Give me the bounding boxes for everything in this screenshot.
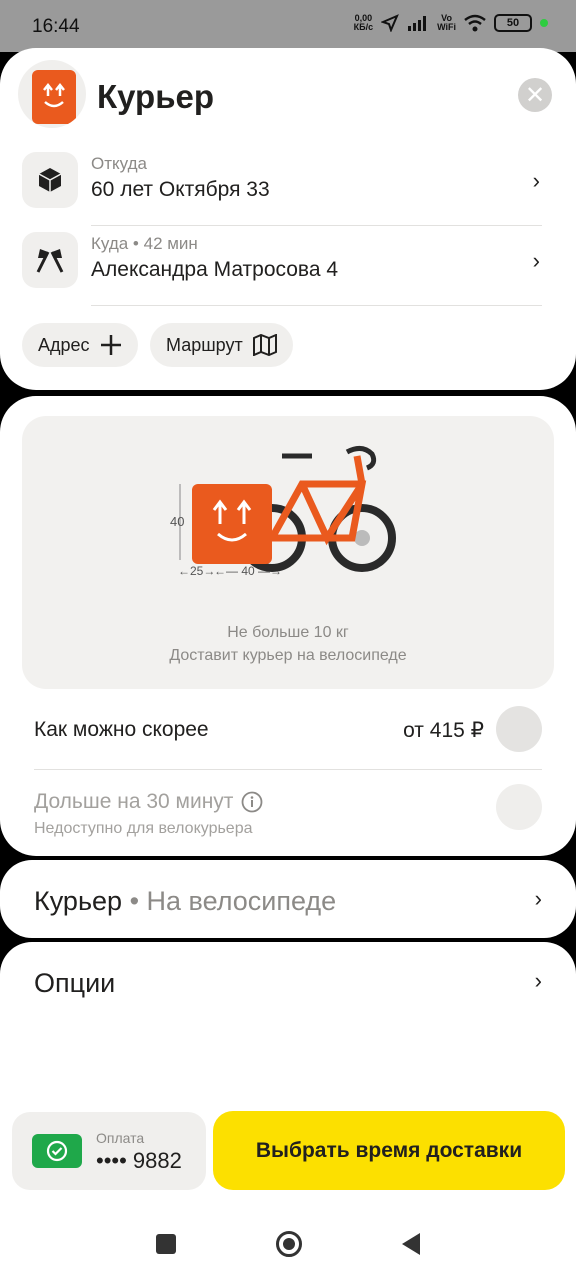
wifi-icon xyxy=(464,14,486,32)
from-address-row[interactable]: Откуда 60 лет Октября 33 › xyxy=(22,146,542,226)
tariff-later-subtitle: Недоступно для велокурьера xyxy=(34,820,253,837)
tariff-later-radio xyxy=(496,784,542,830)
courier-row-subtitle: • На велосипеде xyxy=(129,886,337,916)
info-icon[interactable] xyxy=(241,791,263,813)
address-card: Курьер ✕ Откуда 60 лет Октября 33 › Куда… xyxy=(0,48,576,390)
payment-card-number: •••• 9882 xyxy=(96,1148,182,1173)
size-illustration: 40 ←25→ ←— 40 —→ Не больше 10 кг Достави… xyxy=(22,416,554,689)
box-arrows-icon xyxy=(43,82,65,108)
status-bar: 16:44 0,00 КБ/с Vo WiFi 50 xyxy=(0,0,576,52)
payment-method-button[interactable]: Оплата •••• 9882 xyxy=(12,1112,206,1190)
tariff-later: Дольше на 30 минут Недоступно для велоку… xyxy=(34,784,542,838)
divider xyxy=(91,305,542,306)
courier-row-title: Курьер xyxy=(34,886,123,916)
tariff-asap[interactable]: Как можно скорее от 415 ₽ xyxy=(34,706,542,752)
tariff-later-title: Дольше на 30 минут xyxy=(34,790,234,813)
plus-icon xyxy=(100,335,121,355)
choose-delivery-time-button[interactable]: Выбрать время доставки xyxy=(213,1111,565,1190)
home-icon[interactable] xyxy=(276,1231,302,1257)
close-button[interactable]: ✕ xyxy=(518,78,552,112)
tariff-asap-radio[interactable] xyxy=(496,706,542,752)
flags-icon xyxy=(22,232,78,288)
options-row-title[interactable]: Опции xyxy=(34,968,115,999)
width-label: ←— 40 —→ xyxy=(214,564,283,578)
card-icon xyxy=(32,1134,82,1168)
close-icon: ✕ xyxy=(524,81,546,109)
route-button[interactable]: Маршрут xyxy=(150,323,293,367)
to-value: Александра Матросова 4 xyxy=(91,258,339,281)
recents-icon[interactable] xyxy=(156,1234,176,1254)
bike-box-illustration xyxy=(179,446,396,572)
add-address-button[interactable]: Адрес xyxy=(22,323,138,367)
status-time: 16:44 xyxy=(32,16,80,37)
system-nav-bar xyxy=(0,1208,576,1280)
from-value: 60 лет Октября 33 xyxy=(91,178,270,201)
weight-limit-text: Не больше 10 кг xyxy=(227,624,349,641)
tariff-card: 40 ←25→ ←— 40 —→ Не больше 10 кг Достави… xyxy=(0,396,576,856)
vowifi-icon: Vo WiFi xyxy=(437,13,456,32)
courier-logo xyxy=(18,60,86,128)
location-icon xyxy=(381,14,399,32)
delivery-method-text: Доставит курьер на велосипеде xyxy=(169,647,407,664)
map-icon xyxy=(252,334,277,356)
status-icons: 0,00 КБ/с Vo WiFi 50 xyxy=(354,14,548,32)
route-label: Маршрут xyxy=(166,334,243,355)
page-title: Курьер xyxy=(97,78,215,115)
chevron-right-icon: › xyxy=(532,248,540,273)
network-speed: 0,00 КБ/с xyxy=(353,13,374,32)
back-icon[interactable] xyxy=(402,1233,420,1255)
depth-label: ←25→ xyxy=(178,564,216,578)
chevron-right-icon: › xyxy=(534,886,542,911)
payment-label: Оплата xyxy=(96,1130,145,1146)
divider xyxy=(34,769,542,770)
battery-icon: 50 xyxy=(494,14,532,32)
to-label: Куда • 42 мин xyxy=(91,234,198,253)
chevron-right-icon[interactable]: › xyxy=(535,968,542,994)
courier-type-row[interactable]: Курьер • На велосипеде › xyxy=(0,860,576,938)
chevron-right-icon: › xyxy=(532,168,540,193)
tariff-asap-price: от 415 ₽ xyxy=(403,719,484,742)
add-address-label: Адрес xyxy=(38,334,90,355)
signal-icon xyxy=(408,16,427,31)
package-icon xyxy=(22,152,78,208)
from-label: Откуда xyxy=(91,154,147,173)
height-label: 40 xyxy=(170,514,185,529)
to-address-row[interactable]: Куда • 42 мин Александра Матросова 4 › xyxy=(22,226,542,306)
indicator-dot xyxy=(540,19,548,27)
